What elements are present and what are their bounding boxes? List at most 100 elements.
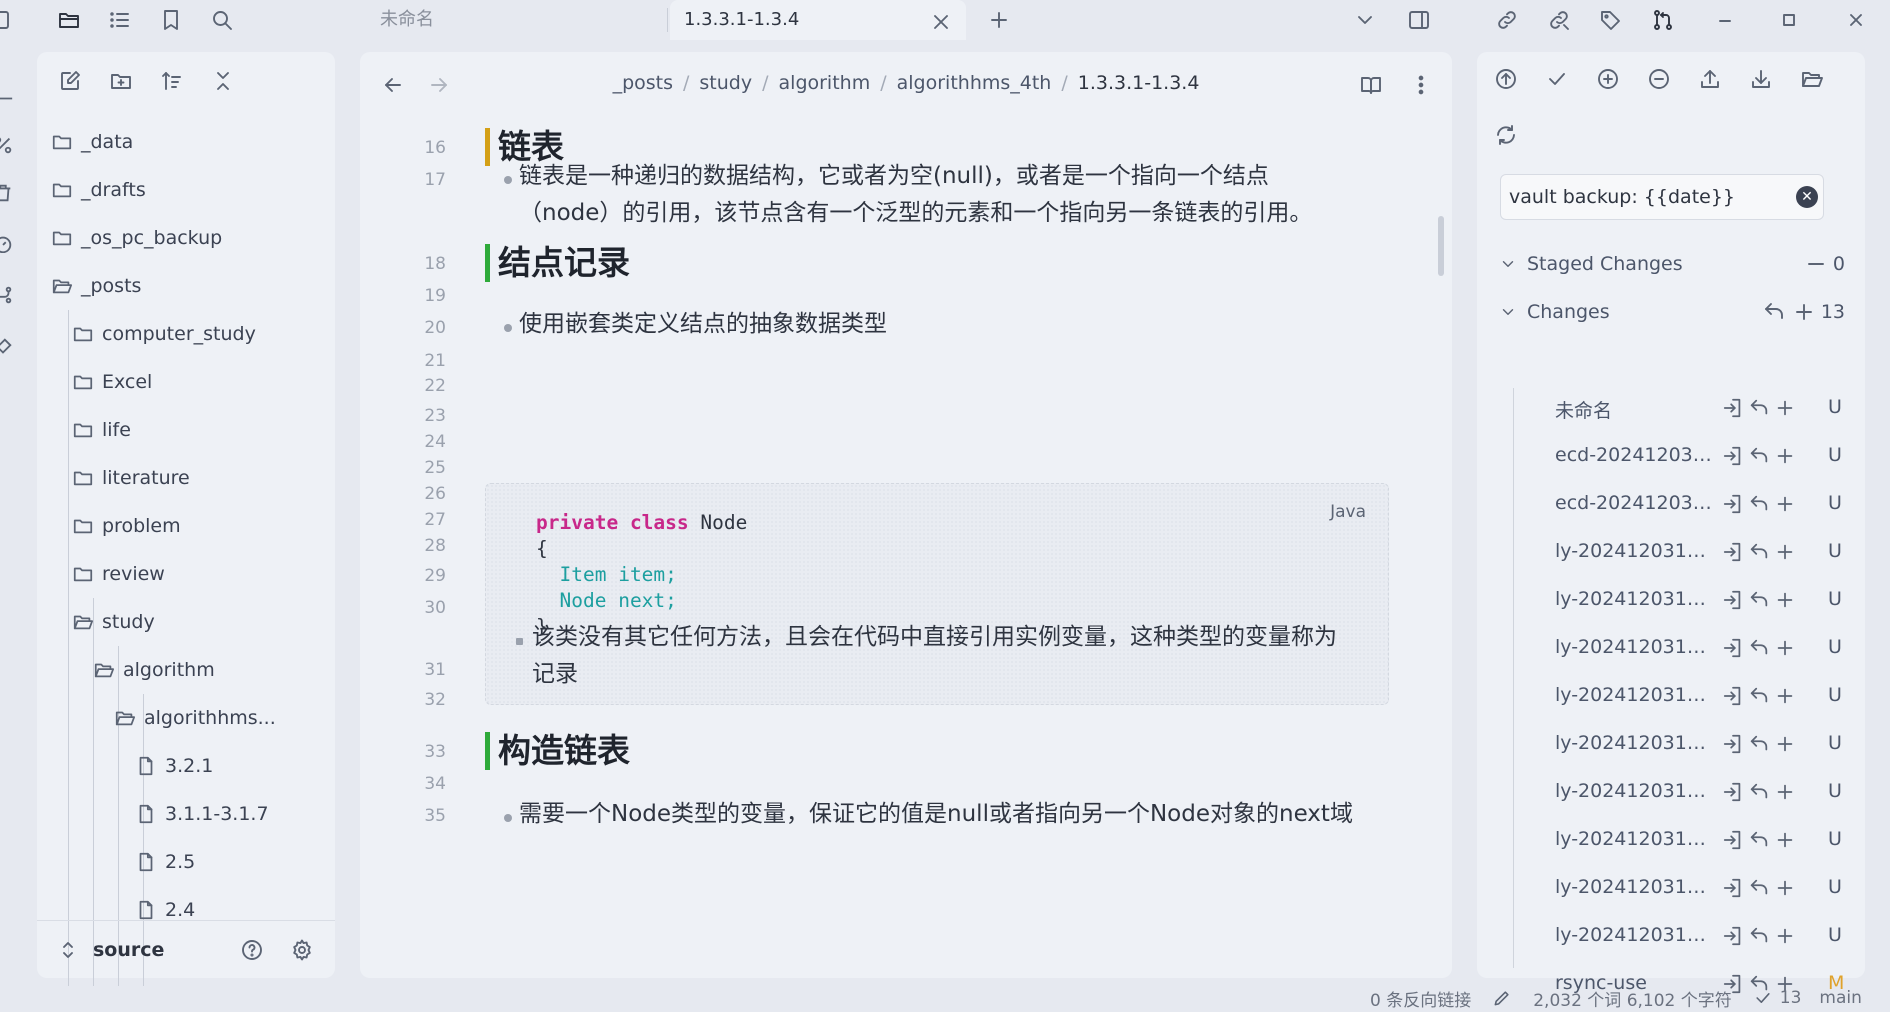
sort-icon[interactable] [159, 68, 185, 94]
change-item[interactable]: ly-202412031547... U [1477, 866, 1865, 914]
editor-content[interactable]: 16 17 18 19 20 21 22 23 24 25 26 27 28 2… [360, 116, 1452, 978]
tab-active[interactable]: 1.3.3.1-1.3.4 [670, 0, 966, 40]
percent-icon[interactable] [0, 134, 16, 154]
pencil-icon[interactable] [1489, 985, 1515, 1011]
discard-icon[interactable] [1746, 491, 1772, 517]
chevron-updown-icon[interactable] [55, 937, 81, 963]
collapse-all-icon[interactable] [210, 68, 236, 94]
change-item[interactable]: ly-202412031545... U [1477, 818, 1865, 866]
bookmark-icon[interactable] [158, 7, 184, 33]
change-item[interactable]: ecd-2024120312... U [1477, 434, 1865, 482]
tree-file[interactable]: 2.5 [37, 838, 335, 886]
vault-name[interactable]: source [93, 939, 164, 961]
timer-icon[interactable] [0, 233, 16, 253]
breadcrumb-current[interactable]: 1.3.3.1-1.3.4 [1078, 72, 1200, 94]
open-file-icon[interactable] [1720, 587, 1746, 613]
folder-open-icon[interactable] [1799, 66, 1825, 92]
sidebar-toggle-icon[interactable] [0, 7, 12, 33]
tree-folder[interactable]: life [37, 406, 335, 454]
download-icon[interactable] [1748, 66, 1774, 92]
tree-folder[interactable]: _os_pc_backup [37, 214, 335, 262]
discard-icon[interactable] [1746, 875, 1772, 901]
stage-plus-icon[interactable] [1772, 731, 1798, 757]
tree-folder[interactable]: problem [37, 502, 335, 550]
discard-icon[interactable] [1746, 779, 1772, 805]
stage-plus-icon[interactable] [1772, 539, 1798, 565]
discard-icon[interactable] [1746, 683, 1772, 709]
change-item[interactable]: ly-202412031548... U [1477, 914, 1865, 962]
stage-plus-icon[interactable] [1772, 491, 1798, 517]
gear-icon[interactable] [289, 937, 315, 963]
stage-plus-icon[interactable] [1772, 443, 1798, 469]
sync-status[interactable]: 13 [1750, 985, 1801, 1011]
change-item[interactable]: ly-202412031540... U [1477, 674, 1865, 722]
tree-folder[interactable]: review [37, 550, 335, 598]
discard-all-icon[interactable] [1761, 299, 1787, 325]
tree-folder[interactable]: _drafts [37, 166, 335, 214]
tree-folder[interactable]: computer_study [37, 310, 335, 358]
open-file-icon[interactable] [1720, 827, 1746, 853]
breadcrumb-item[interactable]: algorithm [779, 72, 871, 94]
chevron-down-icon[interactable] [1352, 7, 1378, 33]
changes-header[interactable]: Changes 13 [1495, 292, 1845, 332]
stage-plus-icon[interactable] [1772, 587, 1798, 613]
tree-folder[interactable]: literature [37, 454, 335, 502]
new-note-icon[interactable] [57, 68, 83, 94]
staged-changes-header[interactable]: Staged Changes 0 [1495, 244, 1845, 284]
plugin-icon[interactable] [0, 336, 16, 356]
code-block[interactable]: Java private class Node { Item item; Nod… [485, 483, 1389, 705]
open-file-icon[interactable] [1720, 683, 1746, 709]
discard-icon[interactable] [1746, 731, 1772, 757]
change-item[interactable]: ly-202412031532... U [1477, 530, 1865, 578]
tab-untitled[interactable]: 未命名 [380, 0, 434, 40]
stage-all-plus-icon[interactable] [1791, 299, 1817, 325]
stage-all-icon[interactable] [1595, 66, 1621, 92]
list-icon[interactable] [107, 7, 133, 33]
minimize-icon[interactable] [1712, 7, 1738, 33]
tree-folder[interactable]: Excel [37, 358, 335, 406]
change-item[interactable]: ly-202412031544... U [1477, 770, 1865, 818]
files-tab-icon[interactable] [56, 7, 82, 33]
stage-plus-icon[interactable] [1772, 779, 1798, 805]
tree-folder[interactable]: study [37, 598, 335, 646]
more-options-icon[interactable] [1408, 72, 1434, 98]
close-icon[interactable] [928, 9, 954, 35]
push-icon[interactable] [1493, 66, 1519, 92]
new-tab-icon[interactable] [986, 7, 1012, 33]
change-item[interactable]: ly-202412031539... U [1477, 626, 1865, 674]
stage-plus-icon[interactable] [1772, 683, 1798, 709]
open-file-icon[interactable] [1720, 923, 1746, 949]
refresh-icon[interactable] [1493, 122, 1519, 148]
stage-plus-icon[interactable] [1772, 395, 1798, 421]
outgoing-links-icon[interactable] [1494, 7, 1520, 33]
book-open-icon[interactable] [1358, 72, 1384, 98]
open-file-icon[interactable] [1720, 491, 1746, 517]
stage-plus-icon[interactable] [1772, 635, 1798, 661]
stage-plus-icon[interactable] [1772, 875, 1798, 901]
source-control-icon[interactable] [1650, 7, 1676, 33]
graph-view-icon[interactable] [0, 82, 16, 102]
window-close-icon[interactable] [1843, 7, 1869, 33]
discard-icon[interactable] [1746, 587, 1772, 613]
open-file-icon[interactable] [1720, 779, 1746, 805]
open-file-icon[interactable] [1720, 443, 1746, 469]
open-file-icon[interactable] [1720, 395, 1746, 421]
upload-icon[interactable] [1697, 66, 1723, 92]
discard-icon[interactable] [1746, 539, 1772, 565]
search-icon[interactable] [209, 7, 235, 33]
discard-icon[interactable] [1746, 635, 1772, 661]
open-file-icon[interactable] [1720, 875, 1746, 901]
commit-check-icon[interactable] [1544, 66, 1570, 92]
trash-icon[interactable] [0, 182, 16, 202]
discard-icon[interactable] [1746, 923, 1772, 949]
tree-file[interactable]: 3.2.1 [37, 742, 335, 790]
breadcrumb-item[interactable]: _posts [613, 72, 673, 94]
change-item[interactable]: 未命名 U [1477, 386, 1865, 434]
change-item[interactable]: ecd-2024120312... U [1477, 482, 1865, 530]
discard-icon[interactable] [1746, 443, 1772, 469]
tree-file[interactable]: 3.1.1-3.1.7 [37, 790, 335, 838]
stage-plus-icon[interactable] [1772, 827, 1798, 853]
tree-folder[interactable]: _posts [37, 262, 335, 310]
tree-folder[interactable]: algorithm [37, 646, 335, 694]
minus-icon[interactable] [1803, 251, 1829, 277]
